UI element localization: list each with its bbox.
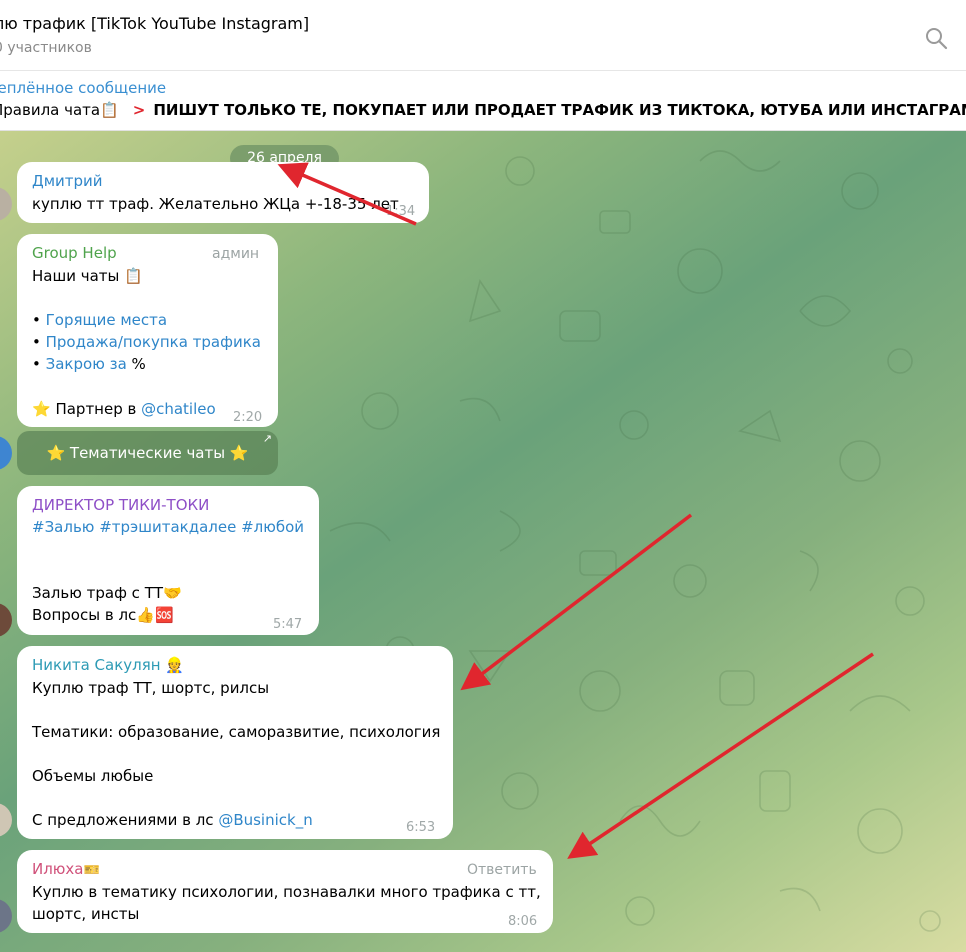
link-goryashchie-mesta[interactable]: Горящие места [46,311,167,329]
link-prodazha-pokupka[interactable]: Продажа/покупка трафика [46,333,261,351]
message-text: Наши чаты 📋 [32,267,143,285]
mention-chatileo[interactable]: @chatileo [141,400,216,418]
partner-text: ⭐ Партнер в [32,400,142,418]
message-time: 2:20 [233,410,263,425]
sender-name[interactable]: Илюха🎫 [32,858,100,882]
chat-header[interactable]: лю трафик [TikTok YouTube Instagram] 0 у… [0,0,966,71]
bullet: • [32,355,46,373]
member-count: 0 участников [0,40,92,56]
sender-name[interactable]: ДИРЕКТОР ТИКИ-ТОКИ [32,494,209,516]
list-item: • Продажа/покупка трафика [32,331,261,353]
offer-text: С предложениями в лс [32,811,219,829]
bullet: • [32,311,46,329]
message-text: Залью траф с ТТ🤝 [32,584,182,602]
message-text: Тематики: образование, саморазвитие, пси… [32,723,441,741]
message-bubble-dmitriy[interactable]: Дмитрий куплю тт траф. Желательно ЖЦа +-… [17,162,429,223]
message-bubble-ilyukha[interactable]: Илюха🎫 Ответить Куплю в тематику психоло… [17,850,553,933]
message-bubble-group-help[interactable]: Group Help админ Наши чаты 📋 • Горящие м… [17,234,278,427]
sender-name[interactable]: Никита Сакулян 👷 [32,654,184,676]
link-zakroyu-za[interactable]: Закрою за [46,355,127,373]
message-text: Объемы любые [32,767,154,785]
message-text: куплю тт траф. Желательно ЖЦа +-18-35 ле… [32,195,399,213]
partner-line: ⭐ Партнер в @chatileo [32,398,216,420]
badge-icon: 🎫 [83,863,100,878]
message-bubble-director[interactable]: ДИРЕКТОР ТИКИ-ТОКИ #Залью #трэшитакдалее… [17,486,319,635]
message-bubble-nikita[interactable]: Никита Сакулян 👷 Куплю траф ТТ, шортс, р… [17,646,453,839]
bullet: • [32,333,46,351]
external-link-icon: ↗ [262,432,272,445]
sender-name-text: Илюха [32,860,84,878]
message-text: Куплю в тематику психологии, познавалки … [32,883,541,901]
list-item: • Закрою за % [32,353,146,375]
message-time: 6:53 [406,820,436,835]
hashtags[interactable]: #Залью #трэшитакдалее #любой [32,516,304,538]
percent-sign: % [126,355,146,373]
pinned-message-bar[interactable]: реплённое сообщение Правила чата📋 > ПИШУТ … [0,72,966,131]
inline-button-label: ⭐ Тематические чаты ⭐ [46,444,249,462]
message-text: шортс, инсты [32,905,140,923]
list-item: • Горящие места [32,309,167,331]
message-time: 1:34 [386,204,416,219]
message-text: С предложениями в лс @Businick_n [32,809,313,831]
message-time: 5:47 [273,617,303,632]
sender-name[interactable]: Дмитрий [32,170,103,192]
chat-area[interactable]: 26 апреля Дмитрий куплю тт траф. Желател… [0,131,966,952]
inline-button-thematic-chats[interactable]: ⭐ Тематические чаты ⭐ ↗ [17,431,278,475]
pinned-arrow-icon: > [132,101,146,119]
pinned-rules: Правила чата📋 [0,101,119,119]
admin-badge: админ [212,246,260,262]
chat-title[interactable]: лю трафик [TikTok YouTube Instagram] [0,14,309,33]
message-text: Вопросы в лс👍🆘 [32,606,174,624]
pinned-label: реплённое сообщение [0,79,167,97]
search-icon[interactable] [924,26,948,50]
message-time: 8:06 [508,914,538,929]
reply-button[interactable]: Ответить [467,859,537,881]
pinned-rules-text: ПИШУТ ТОЛЬКО ТЕ, ПОКУПАЕТ ИЛИ ПРОДАЕТ ТР… [153,101,966,119]
pinned-text[interactable]: Правила чата📋 > ПИШУТ ТОЛЬКО ТЕ, ПОКУПАЕТ … [0,101,966,119]
sender-name[interactable]: Group Help [32,242,117,264]
message-text: Куплю траф ТТ, шортс, рилсы [32,679,270,697]
mention-businick[interactable]: @Businick_n [218,811,312,829]
